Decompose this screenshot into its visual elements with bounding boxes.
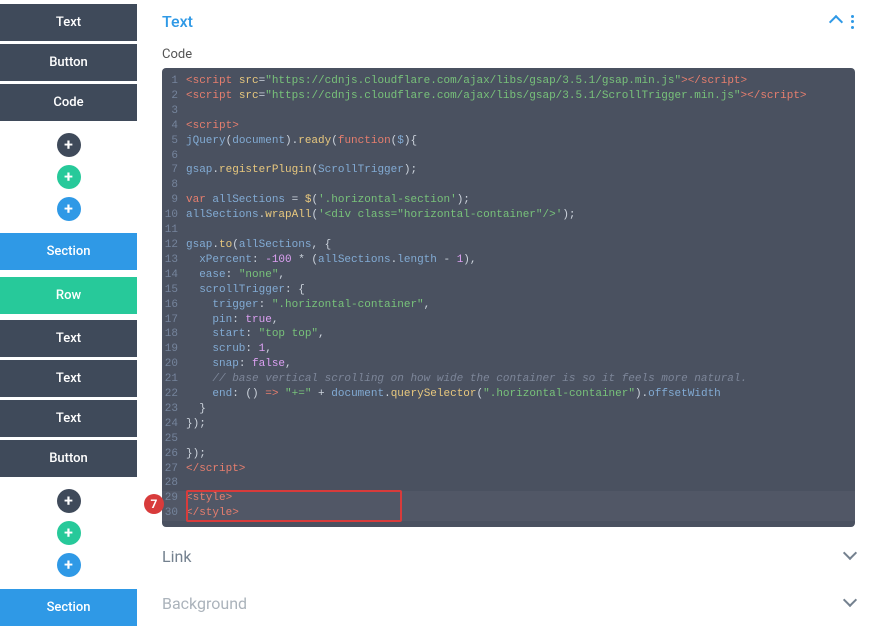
main-panel: Text Code 1<script src="https://cdnjs.cl… <box>137 0 880 628</box>
section-header-text[interactable]: Text <box>162 0 855 35</box>
section-background[interactable]: Background <box>162 574 855 613</box>
chevron-down-icon <box>845 547 855 566</box>
background-title: Background <box>162 594 247 613</box>
sidebar-item-text-3[interactable]: Text <box>0 360 137 397</box>
add-green-icon[interactable]: + <box>57 165 81 189</box>
sidebar-item-text-4[interactable]: Text <box>0 400 137 437</box>
section-title: Text <box>162 12 193 31</box>
sidebar: Text Button Code + + + Section Row Text … <box>0 0 137 628</box>
chevron-down-icon-2 <box>845 594 855 613</box>
add-dark-icon-2[interactable]: + <box>57 489 81 513</box>
sidebar-item-section[interactable]: Section <box>0 233 137 270</box>
chevron-up-icon[interactable] <box>831 13 841 31</box>
sidebar-item-text-2[interactable]: Text <box>0 320 137 357</box>
code-editor[interactable]: 1<script src="https://cdnjs.cloudflare.c… <box>162 68 855 527</box>
add-blue-icon[interactable]: + <box>57 197 81 221</box>
callout-7: 7 <box>144 494 164 514</box>
sidebar-item-row[interactable]: Row <box>0 277 137 314</box>
more-vertical-icon[interactable] <box>851 15 855 29</box>
add-blue-icon-2[interactable]: + <box>57 553 81 577</box>
sidebar-item-code[interactable]: Code <box>0 84 137 121</box>
code-field-label: Code <box>162 35 855 68</box>
sidebar-item-text[interactable]: Text <box>0 4 137 41</box>
section-link[interactable]: Link <box>162 527 855 574</box>
sidebar-item-button-2[interactable]: Button <box>0 440 137 477</box>
link-title: Link <box>162 547 191 566</box>
add-green-icon-2[interactable]: + <box>57 521 81 545</box>
add-dark-icon[interactable]: + <box>57 133 81 157</box>
sidebar-item-button[interactable]: Button <box>0 44 137 81</box>
sidebar-item-section-2[interactable]: Section <box>0 589 137 626</box>
